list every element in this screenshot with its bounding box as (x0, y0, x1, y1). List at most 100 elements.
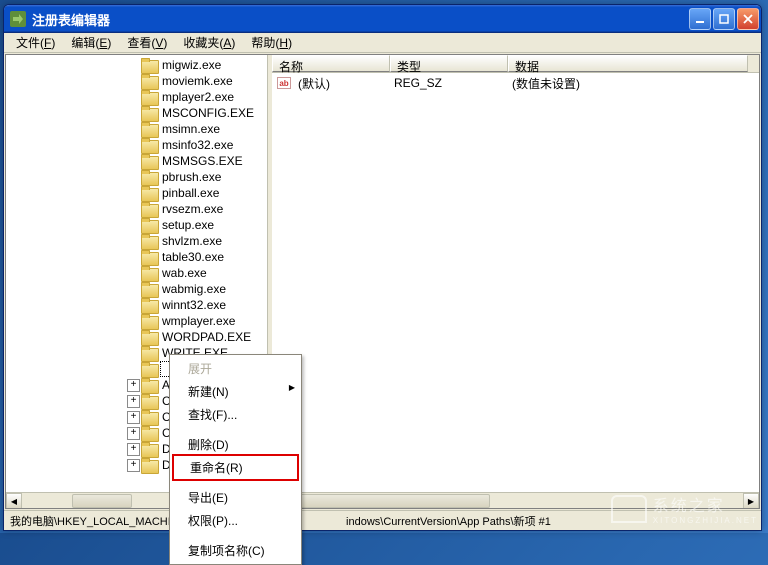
menu-查看[interactable]: 查看(V) (119, 32, 175, 53)
folder-icon (141, 282, 157, 296)
value-data: (数值未设置) (509, 75, 583, 92)
window-buttons (689, 8, 759, 30)
tree-item[interactable]: setup.exe (6, 217, 267, 233)
status-path-left: 我的电脑\HKEY_LOCAL_MACHINE (10, 513, 186, 529)
tree-item[interactable]: msinfo32.exe (6, 137, 267, 153)
tree-item[interactable]: msimn.exe (6, 121, 267, 137)
folder-icon (141, 202, 157, 216)
context-menu[interactable]: 展开新建(N)查找(F)... 删除(D)重命名(R) 导出(E)权限(P)... 复… (169, 354, 302, 565)
expander-plus-icon[interactable]: + (127, 443, 140, 456)
context-menu-item[interactable]: 查找(F)... (172, 403, 299, 426)
tree-item[interactable]: pbrush.exe (6, 169, 267, 185)
folder-icon (141, 154, 157, 168)
folder-icon (141, 314, 157, 328)
expander-plus-icon[interactable]: + (127, 459, 140, 472)
scroll-left-arrow-icon[interactable]: ◀ (6, 493, 22, 508)
folder-icon (141, 58, 157, 72)
tree-item[interactable]: wab.exe (6, 265, 267, 281)
scroll-right-arrow-icon[interactable]: ▶ (743, 493, 759, 509)
minimize-button[interactable] (689, 8, 711, 30)
tree-item[interactable]: MSMSGS.EXE (6, 153, 267, 169)
folder-icon (141, 234, 157, 248)
list-header: 名称类型数据 (272, 55, 759, 73)
tree-item[interactable]: rvsezm.exe (6, 201, 267, 217)
folder-icon (141, 90, 157, 104)
tree-item[interactable]: migwiz.exe (6, 57, 267, 73)
folder-icon (141, 426, 157, 440)
value-name: (默认) (295, 75, 391, 92)
string-value-icon: ab (276, 75, 292, 91)
folder-icon (141, 122, 157, 136)
folder-icon (141, 74, 157, 88)
list-h-scrollbar[interactable]: ◀ ▶ (272, 492, 759, 508)
tree-item[interactable]: shvlzm.exe (6, 233, 267, 249)
column-header[interactable]: 数据 (508, 55, 748, 72)
registry-editor-window: 注册表编辑器 文件(F)编辑(E)查看(V)收藏夹(A)帮助(H) migwiz… (3, 4, 762, 531)
tree-item[interactable]: moviemk.exe (6, 73, 267, 89)
tree-label: msinfo32.exe (160, 138, 235, 152)
tree-item[interactable]: WORDPAD.EXE (6, 329, 267, 345)
tree-item[interactable]: wmplayer.exe (6, 313, 267, 329)
folder-icon (141, 298, 157, 312)
tree-label: pbrush.exe (160, 170, 223, 184)
folder-icon (141, 138, 157, 152)
maximize-button[interactable] (713, 8, 735, 30)
column-header[interactable]: 类型 (390, 55, 508, 72)
folder-icon (141, 170, 157, 184)
menu-separator (174, 429, 297, 430)
list-body[interactable]: ab(默认)REG_SZ(数值未设置) (272, 73, 759, 492)
menu-收藏夹[interactable]: 收藏夹(A) (175, 32, 243, 53)
expander-plus-icon[interactable]: + (127, 427, 140, 440)
value-type: REG_SZ (391, 76, 509, 90)
list-row[interactable]: ab(默认)REG_SZ(数值未设置) (272, 75, 759, 91)
tree-item[interactable]: wabmig.exe (6, 281, 267, 297)
tree-label: mplayer2.exe (160, 90, 236, 104)
tree-label: shvlzm.exe (160, 234, 224, 248)
folder-icon (141, 362, 157, 376)
regedit-icon (10, 11, 26, 27)
tree-label: moviemk.exe (160, 74, 235, 88)
tree-label: table30.exe (160, 250, 226, 264)
scroll-thumb[interactable] (72, 494, 132, 508)
context-menu-item[interactable]: 复制项名称(C) (172, 539, 299, 562)
tree-label: winnt32.exe (160, 298, 228, 312)
folder-icon (141, 442, 157, 456)
tree-item[interactable]: pinball.exe (6, 185, 267, 201)
folder-icon (141, 250, 157, 264)
context-menu-item[interactable]: 权限(P)... (172, 509, 299, 532)
folder-icon (141, 346, 157, 360)
menu-编辑[interactable]: 编辑(E) (63, 32, 119, 53)
menu-文件[interactable]: 文件(F) (8, 32, 63, 53)
statusbar: 我的电脑\HKEY_LOCAL_MACHINE indows\CurrentVe… (4, 510, 761, 530)
tree-item[interactable]: table30.exe (6, 249, 267, 265)
highlight-box: 重命名(R) (172, 454, 299, 481)
tree-label: setup.exe (160, 218, 216, 232)
folder-icon (141, 410, 157, 424)
tree-label: msimn.exe (160, 122, 222, 136)
folder-icon (141, 458, 157, 472)
menu-帮助[interactable]: 帮助(H) (243, 32, 300, 53)
tree-label: rvsezm.exe (160, 202, 225, 216)
context-menu-item[interactable]: 新建(N) (172, 380, 299, 403)
tree-label: wab.exe (160, 266, 209, 280)
expander-plus-icon[interactable]: + (127, 395, 140, 408)
expander-plus-icon[interactable]: + (127, 379, 140, 392)
tree-item[interactable]: mplayer2.exe (6, 89, 267, 105)
column-header[interactable]: 名称 (272, 55, 390, 72)
context-menu-item[interactable]: 导出(E) (172, 486, 299, 509)
context-menu-item[interactable]: 重命名(R) (174, 456, 297, 479)
tree-item[interactable]: MSCONFIG.EXE (6, 105, 267, 121)
menubar: 文件(F)编辑(E)查看(V)收藏夹(A)帮助(H) (4, 33, 761, 53)
tree-label: wabmig.exe (160, 282, 228, 296)
tree-item[interactable]: winnt32.exe (6, 297, 267, 313)
close-button[interactable] (737, 8, 759, 30)
context-menu-item[interactable]: 删除(D) (172, 433, 299, 456)
titlebar[interactable]: 注册表编辑器 (4, 5, 761, 33)
context-menu-item: 展开 (172, 357, 299, 380)
expander-plus-icon[interactable]: + (127, 411, 140, 424)
tree-label: WORDPAD.EXE (160, 330, 253, 344)
scroll-thumb[interactable] (290, 494, 490, 508)
folder-icon (141, 218, 157, 232)
folder-icon (141, 106, 157, 120)
folder-icon (141, 330, 157, 344)
